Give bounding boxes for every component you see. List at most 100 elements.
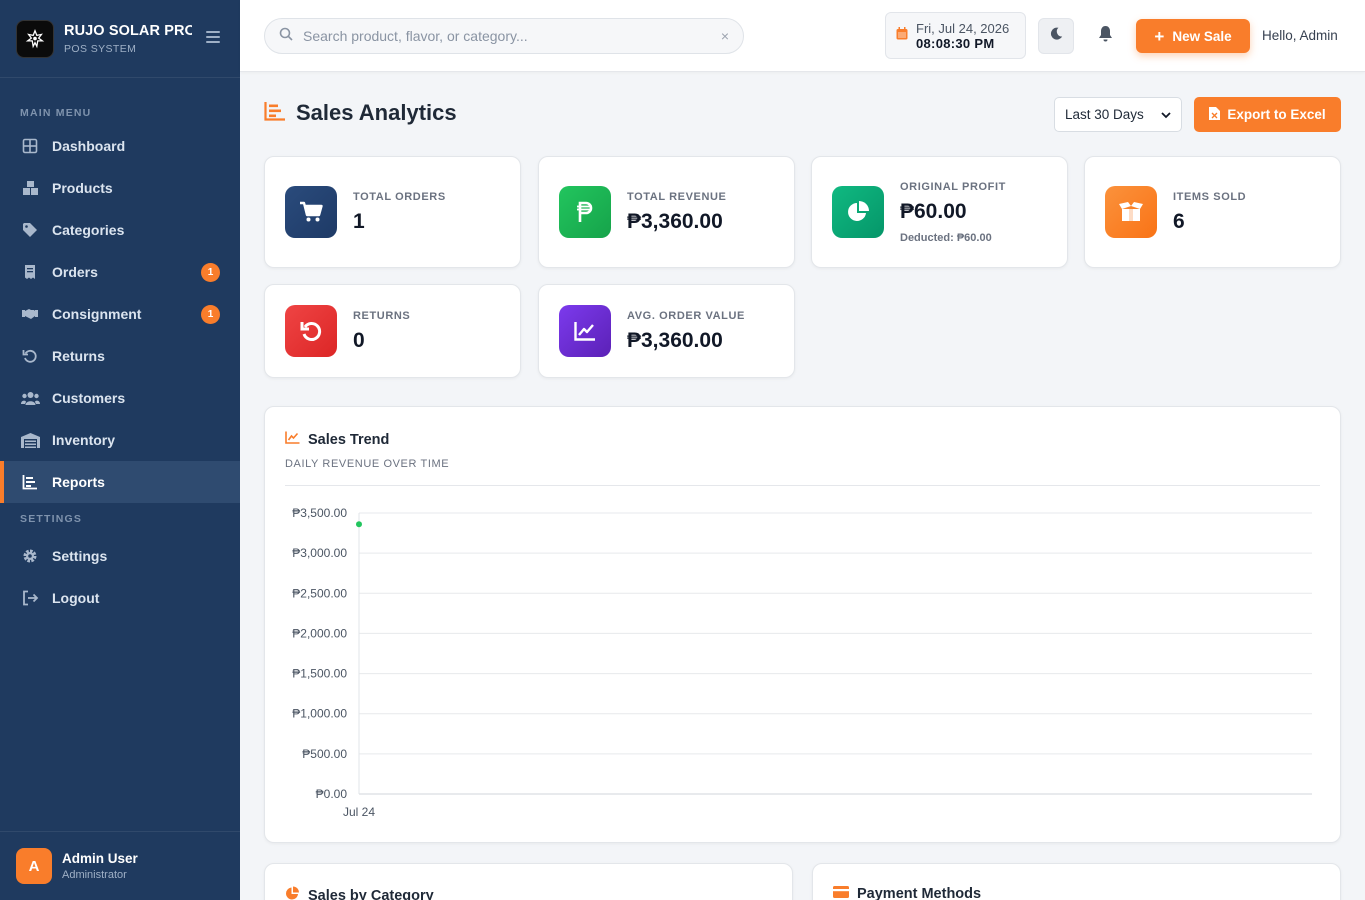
moon-icon — [1050, 27, 1063, 45]
bell-icon — [1098, 25, 1113, 47]
brand-name: RUJO SOLAR PRO — [64, 22, 192, 39]
sidebar-item-settings[interactable]: Settings — [0, 535, 240, 577]
search-box: × — [264, 18, 744, 54]
sidebar-item-label: Inventory — [52, 432, 116, 448]
gear-icon — [20, 546, 40, 566]
users-icon — [20, 388, 40, 408]
date-range-select[interactable]: Last 30 Days — [1054, 97, 1182, 132]
sidebar-item-inventory[interactable]: Inventory — [0, 419, 240, 461]
sidebar-item-dashboard[interactable]: Dashboard — [0, 125, 240, 167]
sidebar-item-categories[interactable]: Categories — [0, 209, 240, 251]
y-tick-label: ₱3,500.00 — [292, 506, 347, 520]
plus-icon: + — [1154, 26, 1165, 46]
consignment-count-badge: 1 — [201, 304, 220, 324]
logout-icon — [20, 588, 40, 608]
topbar: × Fri, Jul 24, 2026 08:08:30 PM + New Sa… — [240, 0, 1365, 72]
sidebar-item-label: Orders — [52, 264, 98, 280]
sidebar-item-orders[interactable]: Orders 1 — [0, 251, 240, 293]
y-tick-label: ₱1,000.00 — [292, 707, 347, 721]
data-point — [356, 521, 362, 528]
stat-value: ₱3,360.00 — [627, 209, 723, 233]
stat-value: 1 — [353, 209, 365, 233]
chart-bar-icon — [20, 472, 40, 492]
chart-divider — [285, 485, 1320, 486]
chevron-down-icon — [1161, 107, 1171, 122]
sidebar-item-label: Settings — [52, 548, 108, 564]
stat-card-total-revenue: TOTAL REVENUE ₱3,360.00 — [538, 156, 795, 268]
new-sale-label: New Sale — [1172, 28, 1232, 44]
handshake-icon — [20, 304, 40, 324]
sidebar-item-reports[interactable]: Reports — [0, 461, 240, 503]
sales-by-category-card: Sales by Category — [264, 863, 793, 900]
chart-subtitle: DAILY REVENUE OVER TIME — [285, 458, 450, 470]
stat-card-total-orders: TOTAL ORDERS 1 — [264, 156, 521, 268]
box-open-icon — [1105, 186, 1157, 238]
card-title: Sales by Category — [308, 887, 434, 900]
stat-card-returns: RETURNS 0 — [264, 284, 521, 378]
y-tick-label: ₱2,500.00 — [292, 586, 347, 600]
notifications-button[interactable] — [1087, 18, 1123, 54]
stat-card-original-profit: ORIGINAL PROFIT ₱60.00 Deducted: ₱60.00 — [811, 156, 1068, 268]
sidebar-item-label: Logout — [52, 590, 100, 606]
sales-trend-card: Sales Trend DAILY REVENUE OVER TIME ₱0.0… — [264, 406, 1341, 843]
date-time-display: Fri, Jul 24, 2026 08:08:30 PM — [885, 12, 1026, 59]
stat-value: ₱60.00 — [900, 199, 967, 223]
sidebar-item-label: Consignment — [52, 306, 142, 322]
undo-icon — [20, 346, 40, 366]
search-input[interactable] — [303, 28, 721, 44]
dark-mode-toggle[interactable] — [1038, 18, 1074, 54]
y-tick-label: ₱500.00 — [302, 747, 347, 761]
current-date: Fri, Jul 24, 2026 — [916, 20, 1010, 36]
pie-icon — [285, 886, 300, 900]
brand: RUJO SOLAR PRO POS SYSTEM — [0, 0, 240, 78]
menu-toggle-icon[interactable] — [206, 31, 220, 43]
stat-label: RETURNS — [353, 309, 411, 322]
sidebar-item-label: Customers — [52, 390, 126, 406]
new-sale-button[interactable]: + New Sale — [1136, 19, 1250, 53]
tags-icon — [20, 220, 40, 240]
sidebar-item-returns[interactable]: Returns — [0, 335, 240, 377]
clear-search-icon[interactable]: × — [721, 28, 729, 44]
cart-icon — [285, 186, 337, 238]
current-user[interactable]: A Admin User Administrator — [0, 831, 240, 900]
chart-title: Sales Trend — [308, 431, 390, 448]
sidebar-item-label: Categories — [52, 222, 125, 238]
orders-count-badge: 1 — [201, 262, 220, 282]
export-label: Export to Excel — [1227, 107, 1326, 122]
greeting: Hello, Admin — [1262, 28, 1338, 43]
payment-methods-card: Payment Methods — [812, 863, 1341, 900]
sidebar-item-customers[interactable]: Customers — [0, 377, 240, 419]
user-role: Administrator — [62, 869, 127, 881]
stat-value: ₱3,360.00 — [627, 328, 723, 352]
sidebar-item-logout[interactable]: Logout — [0, 577, 240, 619]
chart-bar-icon — [264, 101, 286, 126]
user-name: Admin User — [62, 851, 138, 866]
file-excel-icon — [1209, 106, 1221, 123]
line-chart-icon — [559, 305, 611, 357]
peso-icon — [559, 186, 611, 238]
sidebar-item-label: Returns — [52, 348, 105, 364]
y-tick-label: ₱3,000.00 — [292, 546, 347, 560]
sales-trend-chart: ₱0.00 ₱500.00 ₱1,000.00 ₱1,500.00 ₱2,000.00 ₱… — [292, 506, 1312, 819]
y-tick-label: ₱0.00 — [316, 787, 348, 801]
sidebar-item-consignment[interactable]: Consignment 1 — [0, 293, 240, 335]
main-menu-heading: MAIN MENU — [20, 107, 92, 119]
stat-subtext: Deducted: ₱60.00 — [900, 231, 992, 244]
stat-label: ITEMS SOLD — [1173, 190, 1247, 203]
sidebar-item-products[interactable]: Products — [0, 167, 240, 209]
current-time: 08:08:30 PM — [916, 35, 995, 51]
y-tick-label: ₱2,000.00 — [292, 626, 347, 640]
brand-logo — [16, 19, 54, 58]
sidebar-item-label: Products — [52, 180, 113, 196]
page-header: Sales Analytics — [264, 100, 457, 126]
export-excel-button[interactable]: Export to Excel — [1194, 97, 1341, 132]
pie-icon — [832, 186, 884, 238]
grid-icon — [20, 136, 40, 156]
undo-icon — [285, 305, 337, 357]
card-title: Payment Methods — [857, 886, 982, 900]
stat-card-avg-order-value: AVG. ORDER VALUE ₱3,360.00 — [538, 284, 795, 378]
brand-subtitle: POS SYSTEM — [64, 42, 137, 55]
stat-card-items-sold: ITEMS SOLD 6 — [1084, 156, 1341, 268]
credit-card-icon — [833, 886, 849, 900]
search-icon — [279, 27, 293, 46]
